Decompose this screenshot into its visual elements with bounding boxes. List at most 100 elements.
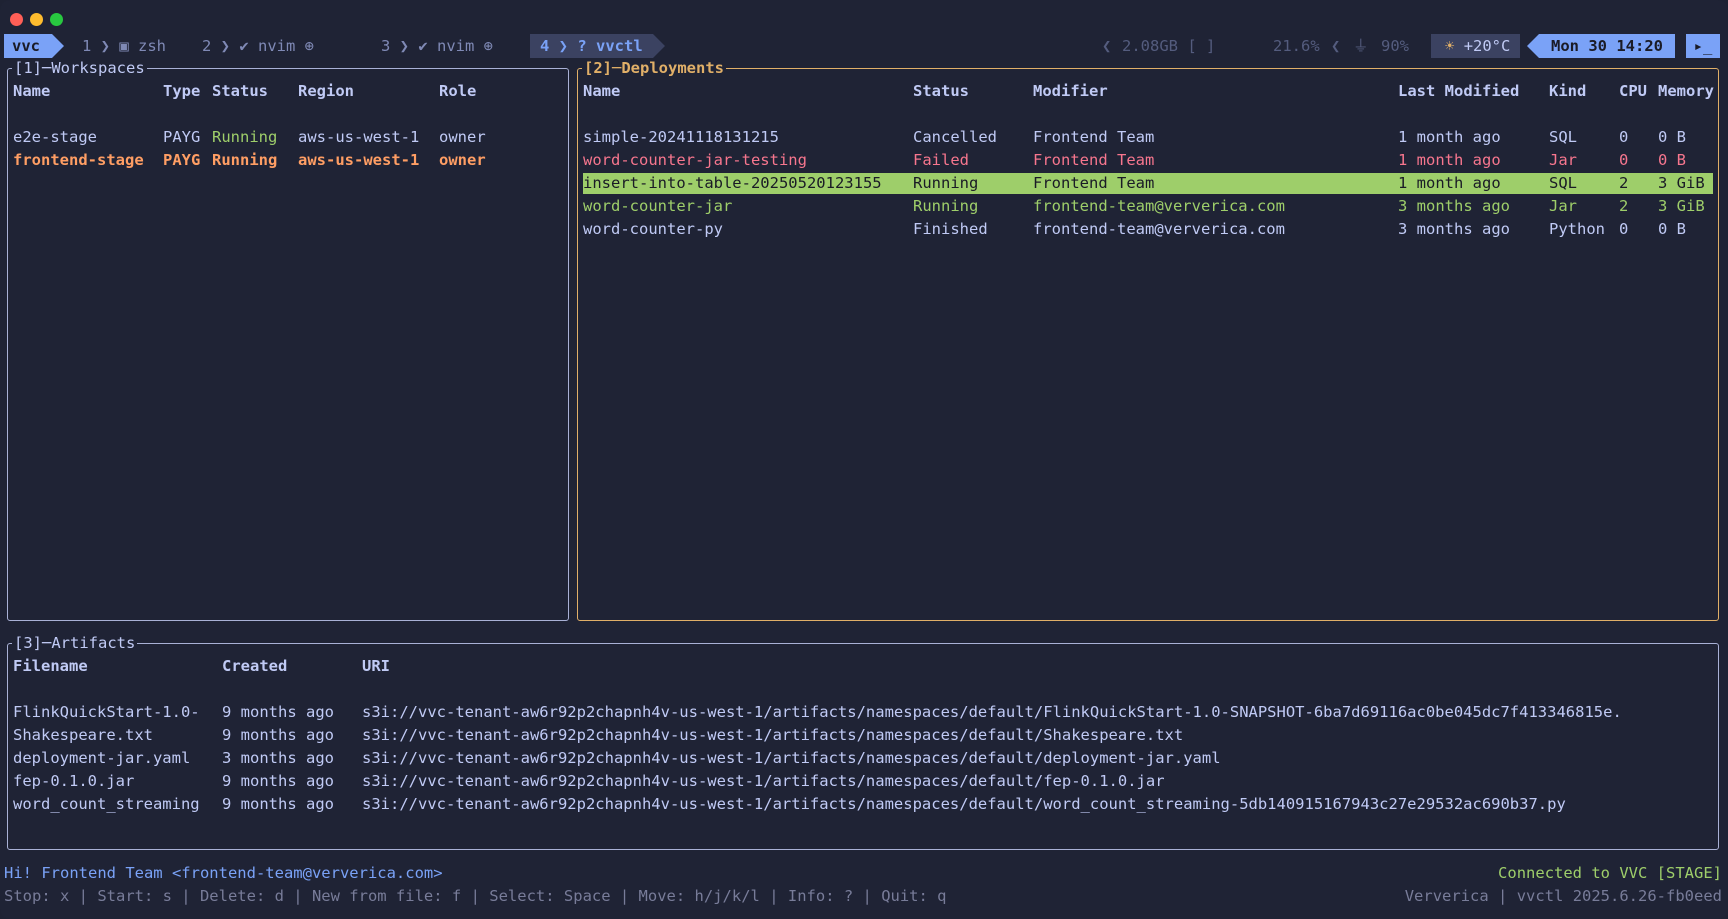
deployment-memory: 0 B <box>1658 220 1686 238</box>
battery-level: 90% <box>1381 37 1409 55</box>
tmux-window-4-active[interactable]: 4 ❯ ? vvctl <box>530 34 665 58</box>
column-header-kind: Kind <box>1549 82 1587 100</box>
memory-usage: 2.08GB [ ] <box>1122 37 1216 55</box>
deployment-last-modified: 1 month ago <box>1398 128 1501 146</box>
deployment-name: word-counter-jar <box>583 197 733 215</box>
sun-icon: ☀ <box>1445 37 1455 55</box>
deployment-modifier: frontend-team@ververica.com <box>1033 220 1285 238</box>
deployment-row-selected[interactable]: insert-into-table-20250520123155 Running… <box>583 173 1713 194</box>
help-line: Stop: x | Start: s | Delete: d | New fro… <box>4 886 1722 907</box>
column-header-memory: Memory <box>1658 82 1714 100</box>
connection-status: Connected to VVC [STAGE] <box>1498 864 1722 882</box>
artifact-row[interactable]: fep-0.1.0.jar 9 months ago s3i://vvc-ten… <box>13 771 1713 792</box>
terminal-window: vvc 1 ❯ ▣ zsh 2 ❯ ✔ nvim ⊕ 3 ❯ ✔ nvim ⊕ … <box>0 0 1728 919</box>
column-header-created: Created <box>222 657 288 675</box>
deployment-row-running[interactable]: word-counter-jar Running frontend-team@v… <box>583 196 1713 217</box>
artifact-uri: s3i://vvc-tenant-aw6r92p2chapnh4v-us-wes… <box>362 772 1165 790</box>
column-header-status: Status <box>913 82 969 100</box>
column-header-name: Name <box>583 82 621 100</box>
artifact-filename: Shakespeare.txt <box>13 726 153 744</box>
column-header-last-modified: Last Modified <box>1398 82 1520 100</box>
deployment-kind: SQL <box>1549 174 1577 192</box>
temperature-value: +20°C <box>1463 37 1511 55</box>
tmux-window-1[interactable]: 1 ❯ ▣ zsh <box>82 34 166 58</box>
deployment-row[interactable]: word-counter-py Finished frontend-team@v… <box>583 219 1713 240</box>
deployment-memory: 0 B <box>1658 128 1686 146</box>
close-window-button[interactable] <box>10 13 23 26</box>
deployment-kind: Python <box>1549 220 1605 238</box>
tmux-window-3[interactable]: 3 ❯ ✔ nvim ⊕ <box>381 34 493 58</box>
tmux-window-2[interactable]: 2 ❯ ✔ nvim ⊕ <box>202 34 314 58</box>
deployment-name: word-counter-py <box>583 220 723 238</box>
deployment-cpu: 2 <box>1619 197 1629 215</box>
deployment-modifier: Frontend Team <box>1033 151 1155 169</box>
column-header-region: Region <box>298 82 354 100</box>
clock: Mon 30 14:20 <box>1527 34 1675 58</box>
deployment-name: insert-into-table-20250520123155 <box>583 174 882 192</box>
workspace-status: Running <box>212 151 278 169</box>
deployment-memory: 0 B <box>1658 151 1686 169</box>
deployment-last-modified: 3 months ago <box>1398 220 1510 238</box>
workspace-row-selected[interactable]: frontend-stage PAYG Running aws-us-west-… <box>13 150 563 171</box>
deployment-row[interactable]: simple-20241118131215 Cancelled Frontend… <box>583 127 1713 148</box>
artifacts-header-row: Filename Created URI <box>13 656 1713 677</box>
workspaces-panel-title: [1]─Workspaces <box>12 58 147 78</box>
tmux-session-name[interactable]: vvc <box>4 34 64 58</box>
workspace-name: e2e-stage <box>13 128 97 146</box>
column-header-name: Name <box>13 82 51 100</box>
deployment-modifier: frontend-team@ververica.com <box>1033 197 1285 215</box>
artifact-created: 9 months ago <box>222 726 334 744</box>
artifact-filename: FlinkQuickStart-1.0- <box>13 703 200 721</box>
deployment-row-failed[interactable]: word-counter-jar-testing Failed Frontend… <box>583 150 1713 171</box>
artifact-uri: s3i://vvc-tenant-aw6r92p2chapnh4v-us-wes… <box>362 703 1622 721</box>
terminal-icon: ▸_ <box>1686 34 1720 58</box>
workspace-type: PAYG <box>163 128 201 146</box>
artifact-filename: deployment-jar.yaml <box>13 749 191 767</box>
workspace-region: aws-us-west-1 <box>298 151 420 169</box>
workspaces-panel[interactable]: [1]─Workspaces Name Type Status Region R… <box>7 58 569 621</box>
artifact-row[interactable]: deployment-jar.yaml 3 months ago s3i://v… <box>13 748 1713 769</box>
deployment-status: Running <box>913 174 979 192</box>
artifacts-panel[interactable]: [3]─Artifacts Filename Created URI Flink… <box>7 633 1719 850</box>
deployment-kind: SQL <box>1549 128 1577 146</box>
artifact-created: 9 months ago <box>222 772 334 790</box>
tmux-status-bar: vvc 1 ❯ ▣ zsh 2 ❯ ✔ nvim ⊕ 3 ❯ ✔ nvim ⊕ … <box>0 34 1728 58</box>
user-greeting: Hi! Frontend Team <frontend-team@ververi… <box>4 864 443 882</box>
deployment-cpu: 2 <box>1619 174 1629 192</box>
maximize-window-button[interactable] <box>50 13 63 26</box>
artifact-row[interactable]: Shakespeare.txt 9 months ago s3i://vvc-t… <box>13 725 1713 746</box>
deployment-last-modified: 1 month ago <box>1398 174 1501 192</box>
chevron-left-icon: ❮ <box>1331 37 1341 55</box>
workspace-region: aws-us-west-1 <box>298 128 420 146</box>
workspace-name: frontend-stage <box>13 151 144 169</box>
deployment-cpu: 0 <box>1619 128 1629 146</box>
deployment-kind: Jar <box>1549 151 1577 169</box>
artifact-filename: word_count_streaming <box>13 795 200 813</box>
artifact-created: 9 months ago <box>222 795 334 813</box>
artifact-row[interactable]: word_count_streaming 9 months ago s3i://… <box>13 794 1713 815</box>
deployment-name: word-counter-jar-testing <box>583 151 807 169</box>
column-header-uri: URI <box>362 657 390 675</box>
deployments-panel[interactable]: [2]─Deployments Name Status Modifier Las… <box>577 58 1719 621</box>
column-header-role: Role <box>439 82 477 100</box>
column-header-modifier: Modifier <box>1033 82 1108 100</box>
deployment-status: Finished <box>913 220 988 238</box>
deployment-memory: 3 GiB <box>1658 174 1705 192</box>
artifact-row[interactable]: FlinkQuickStart-1.0- 9 months ago s3i://… <box>13 702 1713 723</box>
weather-temperature: ☀ +20°C <box>1431 34 1521 58</box>
keybindings-hint: Stop: x | Start: s | Delete: d | New fro… <box>4 887 947 905</box>
deployment-status: Failed <box>913 151 969 169</box>
column-header-status: Status <box>212 82 268 100</box>
deployment-last-modified: 1 month ago <box>1398 151 1501 169</box>
cpu-usage: 21.6% <box>1273 37 1320 55</box>
deployment-status: Cancelled <box>913 128 997 146</box>
column-header-filename: Filename <box>13 657 88 675</box>
deployment-modifier: Frontend Team <box>1033 174 1155 192</box>
deployments-header-row: Name Status Modifier Last Modified Kind … <box>583 81 1714 102</box>
workspace-row[interactable]: e2e-stage PAYG Running aws-us-west-1 own… <box>13 127 563 148</box>
artifacts-panel-title: [3]─Artifacts <box>12 633 138 653</box>
column-header-cpu: CPU <box>1619 82 1647 100</box>
minimize-window-button[interactable] <box>30 13 43 26</box>
workspace-role: owner <box>439 128 486 146</box>
artifact-created: 9 months ago <box>222 703 334 721</box>
